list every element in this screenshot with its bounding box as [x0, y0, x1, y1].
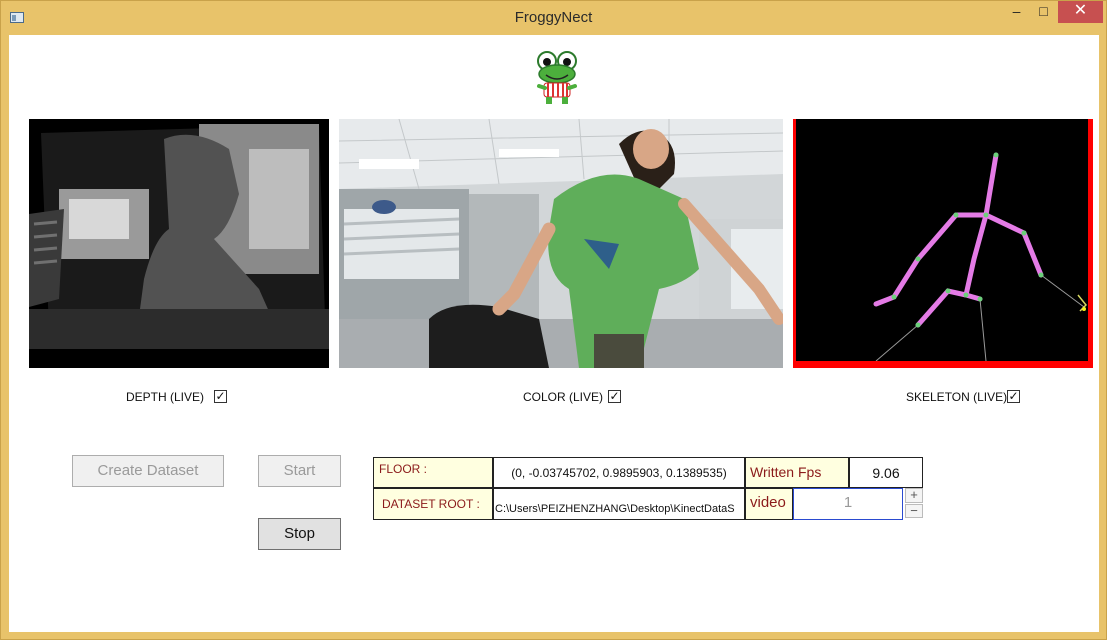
main-content: DEPTH (LIVE) ✓ COLOR (LIVE) ✓ SKELETON (…	[9, 35, 1099, 632]
skeleton-image	[796, 119, 1088, 361]
video-label: video	[745, 488, 793, 520]
skeleton-live-checkbox[interactable]: ✓	[1007, 390, 1020, 403]
floor-label: FLOOR :	[373, 457, 493, 488]
dataset-root-path[interactable]: C:\Users\PEIZHENZHANG\Desktop\KinectData…	[493, 488, 745, 520]
create-dataset-button[interactable]: Create Dataset	[72, 455, 224, 487]
close-button[interactable]: ✕	[1058, 1, 1103, 23]
window-title: FroggyNect	[514, 9, 593, 26]
written-fps-value: 9.06	[849, 457, 923, 488]
checkmark-icon: ✓	[215, 389, 226, 403]
depth-view	[29, 119, 329, 368]
stepper-up-button[interactable]: +	[905, 488, 923, 503]
checkmark-icon: ✓	[1008, 389, 1019, 403]
skeleton-caption: SKELETON (LIVE)	[906, 390, 1008, 404]
title-bar[interactable]: FroggyNect – □ ✕	[1, 1, 1106, 35]
depth-live-checkbox[interactable]: ✓	[214, 390, 227, 403]
frog-mascot-icon	[537, 51, 577, 104]
depth-image	[29, 119, 329, 368]
dataset-root-label: DATASET ROOT :	[373, 488, 493, 520]
minimize-button[interactable]: –	[1003, 1, 1030, 23]
start-button[interactable]: Start	[258, 455, 341, 487]
color-caption: COLOR (LIVE)	[523, 390, 604, 404]
stepper-down-button[interactable]: −	[905, 504, 923, 518]
color-view	[339, 119, 783, 368]
stop-button[interactable]: Stop	[258, 518, 341, 550]
video-number-input[interactable]: 1	[793, 488, 903, 520]
written-fps-label: Written Fps	[745, 457, 849, 488]
skeleton-view	[793, 119, 1093, 368]
checkmark-icon: ✓	[609, 389, 620, 403]
color-image	[339, 119, 783, 368]
depth-caption: DEPTH (LIVE)	[126, 390, 205, 404]
maximize-button[interactable]: □	[1030, 1, 1057, 23]
floor-value: (0, -0.03745702, 0.9895903, 0.1389535)	[493, 457, 745, 488]
color-live-checkbox[interactable]: ✓	[608, 390, 621, 403]
app-window: FroggyNect – □ ✕ DEPTH (LIVE) ✓ COLOR (L…	[0, 0, 1107, 640]
